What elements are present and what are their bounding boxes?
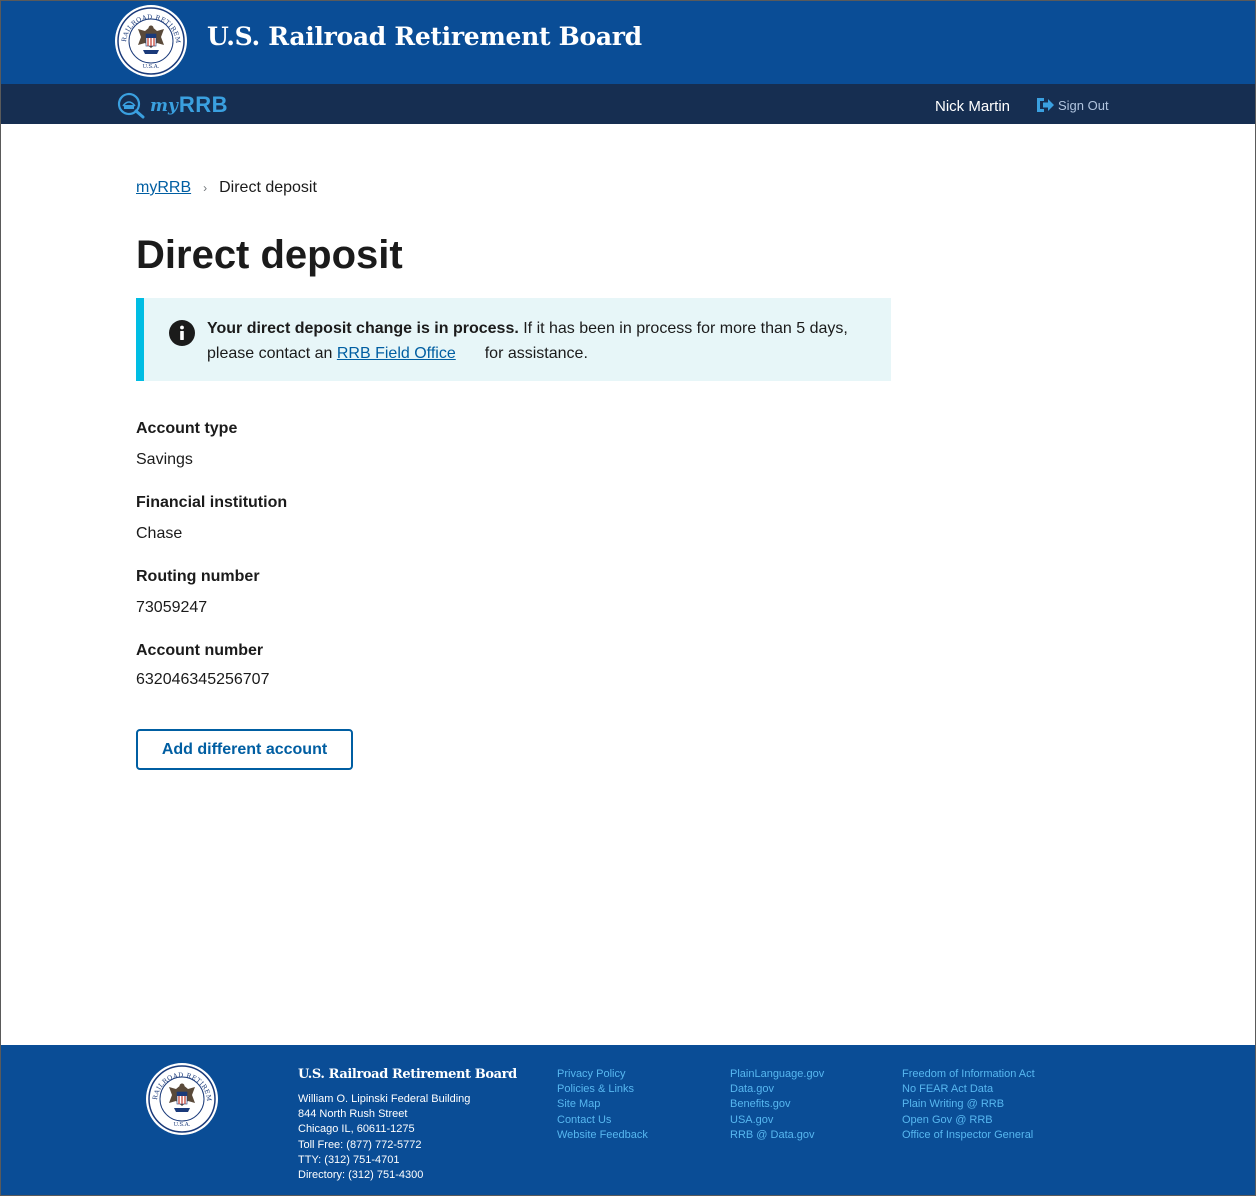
- rrb-seal-icon: RAILROAD RETIREMENT BOARD U.S.A.: [114, 4, 187, 77]
- footer-link-contact-us[interactable]: Contact Us: [557, 1113, 648, 1128]
- footer-link-no-fear[interactable]: No FEAR Act Data: [902, 1082, 1035, 1097]
- footer-link-data-gov[interactable]: Data.gov: [730, 1082, 824, 1097]
- footer-link-usa-gov[interactable]: USA.gov: [730, 1113, 824, 1128]
- footer-address: William O. Lipinski Federal Building 844…: [298, 1092, 470, 1183]
- footer-link-rrb-data-gov[interactable]: RRB @ Data.gov: [730, 1128, 824, 1143]
- footer-links-col-2: PlainLanguage.gov Data.gov Benefits.gov …: [730, 1067, 824, 1143]
- alert-heading: Your direct deposit change is in process…: [207, 320, 519, 337]
- footer-link-website-feedback[interactable]: Website Feedback: [557, 1128, 648, 1143]
- footer-links-col-1: Privacy Policy Policies & Links Site Map…: [557, 1067, 648, 1143]
- financial-institution-value: Chase: [136, 525, 183, 542]
- info-icon: [169, 320, 195, 346]
- footer-link-plainlanguage[interactable]: PlainLanguage.gov: [730, 1067, 824, 1082]
- agency-header: RAILROAD RETIREMENT BOARD U.S.A. U.S. Ra…: [0, 0, 1256, 84]
- rrb-footer-seal-icon: RAILROAD RETIREMENT BOARD U.S.A.: [145, 1062, 218, 1135]
- footer-address-line: Toll Free: (877) 772-5772: [298, 1138, 422, 1151]
- breadcrumb: myRRB › Direct deposit: [136, 179, 317, 197]
- footer-link-plain-writing[interactable]: Plain Writing @ RRB: [902, 1097, 1035, 1112]
- myrrb-logo-rrb: RRB: [178, 92, 229, 117]
- footer-address-line: Directory: (312) 751-4300: [298, 1169, 424, 1182]
- footer-address-line: TTY: (312) 751-4701: [298, 1153, 400, 1166]
- chevron-right-icon: ›: [203, 181, 208, 195]
- footer-address-line: 844 North Rush Street: [298, 1108, 408, 1121]
- footer-link-open-gov[interactable]: Open Gov @ RRB: [902, 1113, 1035, 1128]
- footer-address-line: Chicago IL, 60611-1275: [298, 1123, 415, 1136]
- footer-link-benefits-gov[interactable]: Benefits.gov: [730, 1097, 824, 1112]
- sign-out-icon: [1037, 98, 1054, 112]
- sign-out-label: Sign Out: [1058, 97, 1109, 113]
- myrrb-logo-my: my: [150, 96, 178, 116]
- routing-number-value: 73059247: [136, 599, 208, 616]
- financial-institution-label: Financial institution: [136, 494, 288, 511]
- routing-number-label: Routing number: [136, 568, 260, 585]
- sign-out-link[interactable]: Sign Out: [1035, 96, 1109, 114]
- account-type-label: Account type: [136, 420, 238, 437]
- breadcrumb-current: Direct deposit: [219, 179, 317, 196]
- seal-bottom-text: U.S.A.: [143, 64, 160, 70]
- footer-address-line: William O. Lipinski Federal Building: [298, 1093, 471, 1105]
- user-name: Nick Martin: [935, 98, 1011, 115]
- account-type-value: Savings: [136, 451, 193, 468]
- alert-body-end: for assistance.: [484, 345, 588, 362]
- footer-seal-bottom-text: U.S.A.: [174, 1122, 191, 1128]
- account-number-value: 632046345256707: [136, 671, 270, 688]
- agency-name: U.S. Railroad Retirement Board: [207, 22, 642, 51]
- footer-agency-name: U.S. Railroad Retirement Board: [298, 1067, 517, 1082]
- alert-message: Your direct deposit change is in process…: [207, 316, 867, 366]
- footer-link-site-map[interactable]: Site Map: [557, 1097, 648, 1112]
- add-different-account-button[interactable]: Add different account: [136, 729, 353, 770]
- myrrb-logo[interactable]: my RRB: [116, 89, 228, 121]
- site-footer: RAILROAD RETIREMENT BOARD U.S.A. U.S. Ra…: [0, 1045, 1256, 1196]
- breadcrumb-home-link[interactable]: myRRB: [136, 179, 191, 197]
- footer-link-foia[interactable]: Freedom of Information Act: [902, 1067, 1035, 1082]
- footer-link-policies[interactable]: Policies & Links: [557, 1082, 648, 1097]
- myrrb-logo-icon: [117, 92, 145, 119]
- page-title: Direct deposit: [136, 233, 403, 277]
- footer-link-privacy-policy[interactable]: Privacy Policy: [557, 1067, 648, 1082]
- footer-link-inspector-general[interactable]: Office of Inspector General: [902, 1128, 1035, 1143]
- field-office-link[interactable]: RRB Field Office: [337, 345, 456, 362]
- footer-links-col-3: Freedom of Information Act No FEAR Act D…: [902, 1067, 1035, 1143]
- info-alert: Your direct deposit change is in process…: [136, 298, 891, 381]
- account-number-label: Account number: [136, 642, 264, 659]
